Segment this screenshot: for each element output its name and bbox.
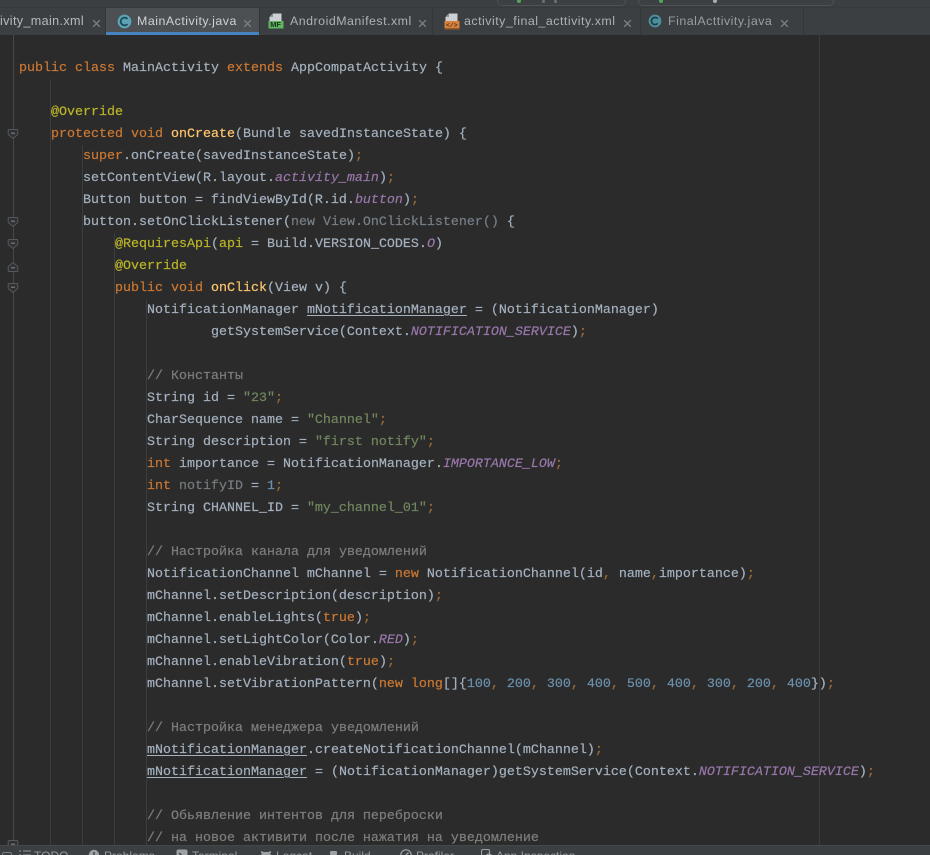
svg-text:MF: MF — [270, 20, 281, 29]
svg-text:</>: </> — [446, 22, 458, 29]
